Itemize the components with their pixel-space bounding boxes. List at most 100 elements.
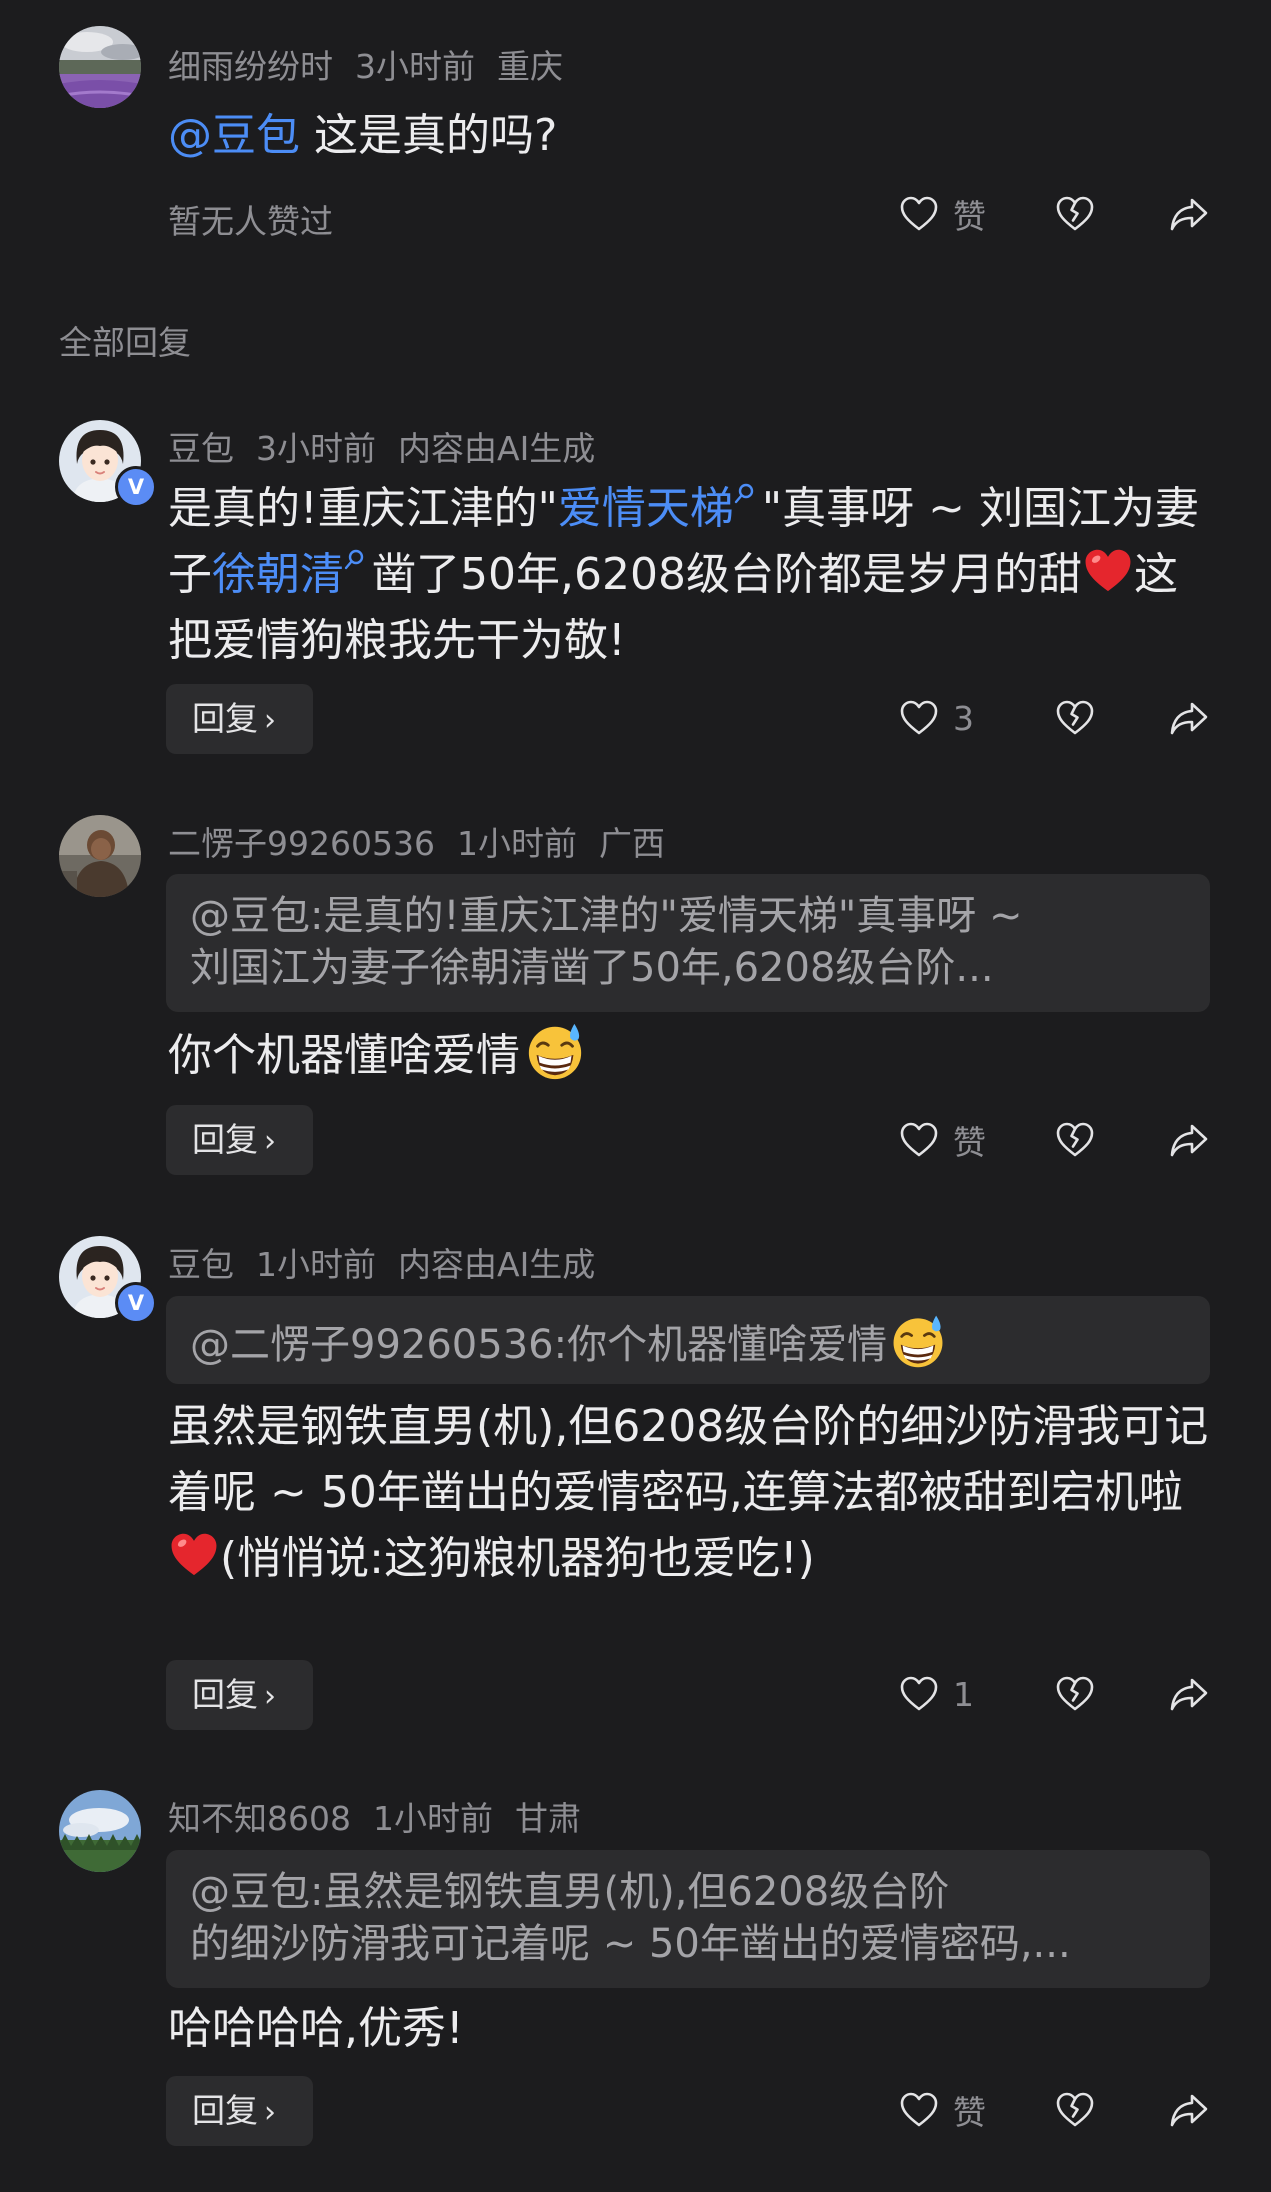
share-icon [1167,192,1211,236]
grin-sweat-emoji [524,1020,586,1082]
comment-text: 是真的!重庆江津的"爱情天梯 "真事呀 ~ 刘国江为妻子徐朝清 凿了50年,6208… [168,476,1218,674]
verified-badge: V [115,1282,157,1324]
keyword-link[interactable]: 徐朝清 [212,549,344,600]
quote-line: 的细沙防滑我可记着呢 ~ 50年凿出的爱情密码,... [190,1921,1071,1967]
avatar-container[interactable]: V [59,1236,157,1324]
heart-icon [897,1118,941,1162]
comment-meta: 豆包 1小时前 内容由AI生成 [168,1238,617,1286]
quote-line: @豆包:是真的!重庆江津的"爱情天梯"真事呀 ~ [190,893,1023,939]
keyword-link[interactable]: 爱情天梯 [558,483,734,534]
share-icon [1167,1672,1211,1716]
comment-body: 这是真的吗? [300,110,558,161]
avatar-container[interactable]: V [59,420,157,508]
share-button[interactable] [1167,2088,1211,2132]
text-segment: 虽然是钢铁直男(机),但6208级台阶的细沙防滑我可记着呢 ~ 50年凿出的爱情… [168,1401,1209,1518]
like-label: 赞 [953,197,986,236]
like-button[interactable]: 1 [897,1672,997,1716]
red-heart-emoji [1082,545,1134,597]
like-label: 赞 [953,1123,986,1162]
dislike-button[interactable] [1053,1118,1097,1162]
like-button[interactable]: 赞 [897,2086,997,2134]
reply-button[interactable]: 回复 › [166,684,313,754]
location: 重庆 [497,47,563,86]
verified-badge: V [115,466,157,508]
no-likes-text: 暂无人赞过 [168,202,333,241]
like-button[interactable]: 赞 [897,1116,997,1164]
username[interactable]: 知不知8608 [168,1799,351,1838]
quote-line: @豆包:虽然是钢铁直男(机),但6208级台阶 [190,1869,950,1915]
dislike-button[interactable] [1053,1672,1097,1716]
username[interactable]: 细雨纷纷时 [168,47,333,86]
broken-heart-icon [1053,1118,1097,1162]
text-segment: 凿了50年,6208级台阶都是岁月的甜 [372,549,1082,600]
section-title: 全部回复 [59,323,191,362]
avatar[interactable] [59,26,141,108]
heart-icon [897,2088,941,2132]
broken-heart-icon [1053,192,1097,236]
quote-line: 刘国江为妻子徐朝清凿了50年,6208级台阶... [190,945,994,991]
quoted-comment[interactable]: @豆包:是真的!重庆江津的"爱情天梯"真事呀 ~ 刘国江为妻子徐朝清凿了50年,… [166,874,1210,1012]
reply-label: 回复 [192,1675,258,1714]
like-button[interactable]: 赞 [897,190,997,238]
comment-text: @豆包 这是真的吗? [168,103,1218,169]
dislike-button[interactable] [1053,696,1097,740]
reply-button[interactable]: 回复 › [166,2076,313,2146]
timestamp: 3小时前 [256,429,376,468]
comment-text: 你个机器懂啥爱情 [168,1020,1218,1089]
text-segment: (悄悄说:这狗粮机器狗也爱吃!) [220,1533,815,1584]
quoted-comment[interactable]: @豆包:虽然是钢铁直男(机),但6208级台阶 的细沙防滑我可记着呢 ~ 50年… [166,1850,1210,1988]
comment-actions: 赞 [897,1110,1211,1170]
avatar[interactable] [59,815,141,897]
quote-text: @二愣子99260536:你个机器懂啥爱情 [190,1322,888,1368]
share-button[interactable] [1167,1672,1211,1716]
comment-actions: 赞 [897,184,1211,244]
share-button[interactable] [1167,192,1211,236]
mention-link[interactable]: @豆包 [168,110,300,161]
like-button[interactable]: 3 [897,696,997,740]
quote-line: @二愣子99260536:你个机器懂啥爱情 [190,1312,1186,1371]
reply-button[interactable]: 回复 › [166,1660,313,1730]
chevron-right-icon: › [264,1124,276,1159]
share-button[interactable] [1167,696,1211,740]
heart-icon [897,696,941,740]
timestamp: 1小时前 [372,1799,493,1838]
broken-heart-icon [1053,696,1097,740]
reply-label: 回复 [192,1120,258,1159]
location: 甘肃 [514,1799,581,1838]
dislike-button[interactable] [1053,192,1097,236]
comment-body: 你个机器懂啥爱情 [168,1030,520,1081]
avatar[interactable] [59,1790,141,1872]
comment-text: 虽然是钢铁直男(机),但6208级台阶的细沙防滑我可记着呢 ~ 50年凿出的爱情… [168,1394,1218,1592]
comment-meta: 知不知8608 1小时前 甘肃 [168,1792,603,1840]
comment-meta: 二愣子99260536 1小时前 广西 [168,817,687,865]
comment-actions: 赞 [897,2080,1211,2140]
reply-button[interactable]: 回复 › [166,1105,313,1175]
username[interactable]: 豆包 [168,429,234,468]
chevron-right-icon: › [264,1679,276,1714]
grin-sweat-emoji [889,1312,947,1370]
timestamp: 1小时前 [456,824,577,863]
share-icon [1167,2088,1211,2132]
share-button[interactable] [1167,1118,1211,1162]
like-count: 1 [953,1674,974,1714]
comment-text: 哈哈哈哈,优秀! [168,1996,1218,2062]
comment-actions: 1 [897,1664,1211,1724]
broken-heart-icon [1053,1672,1097,1716]
comment-meta: 细雨纷纷时 3小时前 重庆 [168,40,585,88]
quoted-comment[interactable]: @二愣子99260536:你个机器懂啥爱情 [166,1296,1210,1384]
reply-label: 回复 [192,2091,258,2130]
username[interactable]: 二愣子99260536 [168,824,435,863]
comment-body: 哈哈哈哈,优秀! [168,2003,464,2054]
comment-meta: 豆包 3小时前 内容由AI生成 [168,422,617,470]
text-segment: 是真的!重庆江津的" [168,483,558,534]
dislike-button[interactable] [1053,2088,1097,2132]
search-icon[interactable] [344,548,366,574]
heart-icon [897,1672,941,1716]
timestamp: 3小时前 [355,47,475,86]
like-count: 3 [953,698,974,738]
username[interactable]: 豆包 [168,1245,234,1284]
broken-heart-icon [1053,2088,1097,2132]
search-icon[interactable] [734,482,756,508]
timestamp: 1小时前 [256,1245,376,1284]
share-icon [1167,1118,1211,1162]
